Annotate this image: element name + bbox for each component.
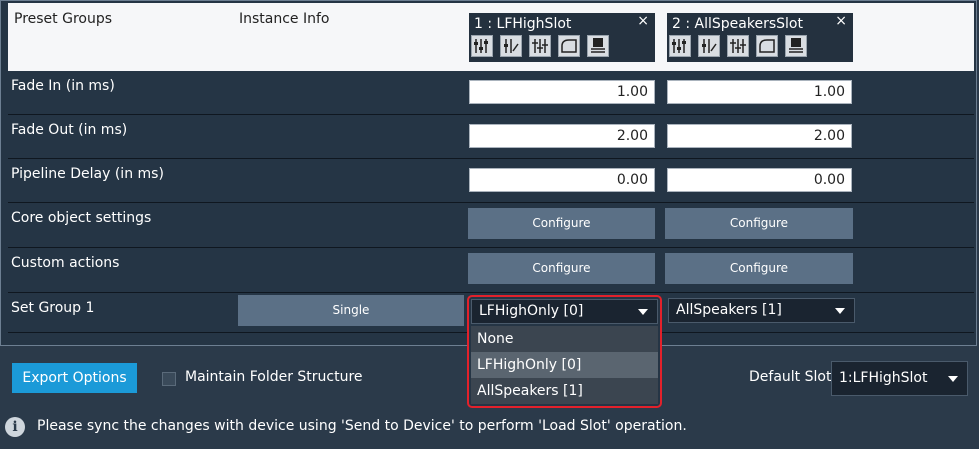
default-slot-select[interactable]: 1:LFHighSlot bbox=[831, 361, 968, 396]
info-message: Please sync the changes with device usin… bbox=[37, 418, 687, 434]
mixer-icon[interactable] bbox=[727, 35, 750, 57]
level-icon[interactable] bbox=[698, 35, 721, 57]
maintain-folder-label: Maintain Folder Structure bbox=[185, 369, 363, 385]
close-icon[interactable]: × bbox=[835, 13, 847, 29]
fade-out-label: Fade Out (in ms) bbox=[11, 122, 128, 138]
header-row: Preset Groups Instance Info 1 : LFHighSl… bbox=[8, 3, 974, 71]
single-mode-button[interactable]: Single bbox=[238, 295, 464, 326]
core-object-label: Core object settings bbox=[11, 210, 152, 226]
chevron-down-icon bbox=[835, 308, 845, 314]
custom-actions-label: Custom actions bbox=[11, 255, 120, 271]
core-configure-button-slot1[interactable]: Configure bbox=[468, 208, 655, 239]
dropdown-option-allspeakers[interactable]: AllSpeakers [1] bbox=[471, 378, 658, 404]
save-to-device-icon[interactable] bbox=[785, 35, 808, 57]
slot-header-1[interactable]: 1 : LFHighSlot × bbox=[469, 13, 655, 62]
fade-in-input-slot2[interactable]: 1.00 bbox=[667, 80, 852, 104]
pipeline-delay-label: Pipeline Delay (in ms) bbox=[11, 166, 164, 182]
custom-configure-button-slot1[interactable]: Configure bbox=[468, 253, 655, 284]
dropdown-option-none[interactable]: None bbox=[471, 326, 658, 352]
pipeline-delay-input-slot2[interactable]: 0.00 bbox=[667, 168, 852, 192]
default-slot-label: Default Slot bbox=[749, 369, 832, 385]
info-icon: i bbox=[5, 417, 25, 437]
chevron-down-icon bbox=[948, 376, 958, 382]
pipeline-delay-input-slot1[interactable]: 0.00 bbox=[469, 168, 655, 192]
fade-out-input-slot2[interactable]: 2.00 bbox=[667, 124, 852, 148]
group-dropdown-slot1: LFHighOnly [0] None LFHighOnly [0] AllSp… bbox=[467, 295, 662, 408]
close-icon[interactable]: × bbox=[637, 13, 649, 29]
dropdown-list: None LFHighOnly [0] AllSpeakers [1] bbox=[471, 326, 658, 404]
fade-in-label: Fade In (in ms) bbox=[11, 78, 115, 94]
slot-name: 2 : AllSpeakersSlot bbox=[672, 16, 803, 32]
curve-icon[interactable] bbox=[558, 35, 581, 57]
chevron-down-icon bbox=[638, 309, 648, 315]
mixer-icon[interactable] bbox=[529, 35, 552, 57]
instance-info-header: Instance Info bbox=[239, 11, 330, 27]
fade-in-input-slot1[interactable]: 1.00 bbox=[469, 80, 655, 104]
selected-value: AllSpeakers [1] bbox=[676, 302, 782, 318]
dropdown-option-lfhighonly[interactable]: LFHighOnly [0] bbox=[471, 352, 658, 378]
fade-out-input-slot1[interactable]: 2.00 bbox=[469, 124, 655, 148]
slot-name: 1 : LFHighSlot bbox=[474, 16, 572, 32]
export-options-button[interactable]: Export Options bbox=[12, 363, 137, 393]
curve-icon[interactable] bbox=[756, 35, 779, 57]
set-group-label: Set Group 1 bbox=[11, 300, 95, 316]
default-slot-value: 1:LFHighSlot bbox=[839, 370, 928, 386]
equalizer-icon[interactable] bbox=[669, 35, 691, 57]
custom-configure-button-slot2[interactable]: Configure bbox=[665, 253, 853, 284]
group-select-slot2[interactable]: AllSpeakers [1] bbox=[668, 298, 855, 323]
group-select-slot1[interactable]: LFHighOnly [0] bbox=[471, 299, 658, 324]
selected-value: LFHighOnly [0] bbox=[479, 303, 584, 319]
level-icon[interactable] bbox=[500, 35, 523, 57]
slot-header-2[interactable]: 2 : AllSpeakersSlot × bbox=[667, 13, 853, 62]
core-configure-button-slot2[interactable]: Configure bbox=[665, 208, 853, 239]
preset-groups-header: Preset Groups bbox=[14, 11, 113, 27]
equalizer-icon[interactable] bbox=[471, 35, 493, 57]
maintain-folder-checkbox[interactable] bbox=[162, 372, 176, 386]
save-to-device-icon[interactable] bbox=[587, 35, 610, 57]
